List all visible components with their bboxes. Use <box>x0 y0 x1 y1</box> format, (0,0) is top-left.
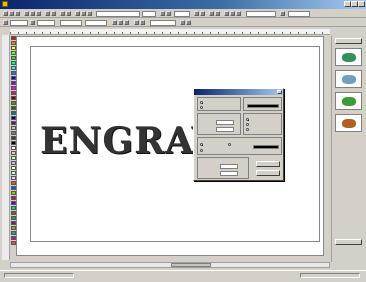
app-icon <box>2 1 8 7</box>
radio-option[interactable] <box>200 149 203 152</box>
tool-icon[interactable] <box>215 11 220 16</box>
value-field[interactable] <box>220 164 238 169</box>
print-icon[interactable] <box>66 11 71 16</box>
tool-icon[interactable] <box>30 20 35 25</box>
panel-tab[interactable] <box>335 38 362 44</box>
dialog-close-icon[interactable] <box>277 90 282 94</box>
tool-icon[interactable] <box>186 20 191 25</box>
radio-option[interactable] <box>246 128 249 131</box>
ok-button[interactable] <box>256 161 280 167</box>
color-group <box>243 97 282 111</box>
tool-icon[interactable] <box>87 11 92 16</box>
radio-option[interactable] <box>246 118 249 121</box>
title-bar <box>0 0 366 9</box>
cancel-button[interactable] <box>256 170 280 176</box>
tool-icon[interactable] <box>140 20 145 25</box>
radio-option[interactable] <box>200 101 203 104</box>
vertical-ruler <box>2 35 10 260</box>
toolbar-row-2 <box>0 19 366 27</box>
copy-icon[interactable] <box>30 11 35 16</box>
tool-icon[interactable] <box>81 11 86 16</box>
tool-icon[interactable] <box>75 11 80 16</box>
redo-icon[interactable] <box>51 11 56 16</box>
radio-option[interactable] <box>200 106 203 109</box>
tool-icon[interactable] <box>166 11 171 16</box>
radio-option[interactable] <box>228 143 231 146</box>
font-combo[interactable] <box>96 11 140 17</box>
fill-color-swatch[interactable] <box>253 145 279 149</box>
minimize-button[interactable] <box>344 1 351 7</box>
unit-combo[interactable] <box>288 11 310 17</box>
tool-icon[interactable] <box>209 11 214 16</box>
status-bar <box>0 270 366 282</box>
group-box <box>197 97 241 111</box>
dialog-title-bar <box>194 89 283 95</box>
scroll-thumb[interactable] <box>171 263 211 267</box>
tool-icon[interactable] <box>3 20 8 25</box>
open-icon[interactable] <box>9 11 14 16</box>
tool-icon[interactable] <box>280 11 285 16</box>
options-group <box>243 113 282 135</box>
tool-icon[interactable] <box>180 20 185 25</box>
cut-icon[interactable] <box>24 11 29 16</box>
value-field[interactable] <box>216 120 234 125</box>
y-field[interactable] <box>37 20 55 26</box>
right-panel <box>331 36 364 262</box>
status-pane <box>4 273 74 278</box>
paste-icon[interactable] <box>36 11 41 16</box>
horizontal-ruler <box>10 29 330 35</box>
toolbar-row-1 <box>0 10 366 18</box>
value-field[interactable] <box>220 171 238 176</box>
close-button[interactable] <box>358 1 365 7</box>
radio-option[interactable] <box>200 143 203 146</box>
tool-icon[interactable] <box>230 11 235 16</box>
position-group <box>197 157 249 179</box>
size-combo[interactable] <box>142 11 156 17</box>
tool-icon[interactable] <box>124 20 129 25</box>
x-field[interactable] <box>10 20 28 26</box>
save-icon[interactable] <box>15 11 20 16</box>
tool-icon[interactable] <box>200 11 205 16</box>
maximize-button[interactable] <box>351 1 358 7</box>
tool-icon[interactable] <box>118 20 123 25</box>
tool-icon[interactable] <box>112 20 117 25</box>
tool-icon[interactable] <box>224 11 229 16</box>
tool-icon[interactable] <box>160 11 165 16</box>
settings-group <box>197 113 241 135</box>
new-icon[interactable] <box>3 11 8 16</box>
fill-group <box>197 137 282 155</box>
horizontal-scrollbar[interactable] <box>10 262 330 268</box>
thumbnail-3[interactable] <box>335 92 362 110</box>
w-field[interactable] <box>60 20 82 26</box>
color-swatch[interactable] <box>247 104 279 108</box>
undo-icon[interactable] <box>45 11 50 16</box>
tool-icon[interactable] <box>194 11 199 16</box>
panel-button[interactable] <box>335 239 362 245</box>
engrave-settings-dialog <box>193 88 284 181</box>
thumbnail-1[interactable] <box>335 48 362 66</box>
zoom-icon[interactable] <box>60 11 65 16</box>
style-combo[interactable] <box>174 11 190 17</box>
h-field[interactable] <box>85 20 107 26</box>
thumbnail-4[interactable] <box>335 114 362 132</box>
value-field[interactable] <box>216 127 234 132</box>
thumbnail-2[interactable] <box>335 70 362 88</box>
angle-field[interactable] <box>150 20 176 26</box>
status-pane <box>300 273 360 278</box>
tool-icon[interactable] <box>236 11 241 16</box>
zoom-combo[interactable] <box>246 11 276 17</box>
tool-icon[interactable] <box>134 20 139 25</box>
radio-option[interactable] <box>246 123 249 126</box>
